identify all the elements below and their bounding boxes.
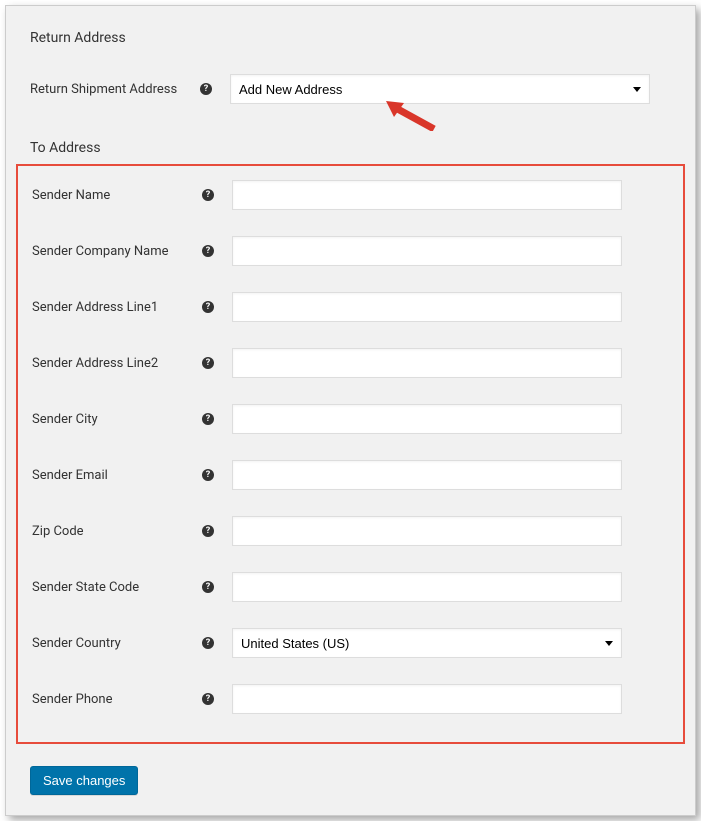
- sender-company-row: Sender Company Name ?: [32, 236, 669, 266]
- sender-email-input[interactable]: [232, 460, 622, 490]
- phone-row: Sender Phone ?: [32, 684, 669, 714]
- sender-addr1-row: Sender Address Line1 ?: [32, 292, 669, 322]
- sender-city-label: Sender City: [32, 412, 202, 427]
- help-icon[interactable]: ?: [202, 637, 214, 649]
- sender-addr2-label: Sender Address Line2: [32, 356, 202, 371]
- return-address-heading: Return Address: [30, 30, 671, 46]
- country-row: Sender Country ? United States (US): [32, 628, 669, 658]
- country-label: Sender Country: [32, 636, 202, 651]
- help-icon[interactable]: ?: [202, 581, 214, 593]
- return-shipment-row: Return Shipment Address ? Add New Addres…: [30, 74, 671, 104]
- help-icon[interactable]: ?: [202, 245, 214, 257]
- sender-email-label: Sender Email: [32, 468, 202, 483]
- sender-addr2-input[interactable]: [232, 348, 622, 378]
- to-address-highlight: Sender Name ? Sender Company Name ? Send…: [16, 164, 685, 744]
- zip-row: Zip Code ?: [32, 516, 669, 546]
- sender-company-input[interactable]: [232, 236, 622, 266]
- state-row: Sender State Code ?: [32, 572, 669, 602]
- help-icon[interactable]: ?: [202, 693, 214, 705]
- sender-name-input[interactable]: [232, 180, 622, 210]
- sender-company-label: Sender Company Name: [32, 244, 202, 259]
- to-address-heading: To Address: [30, 140, 671, 156]
- sender-city-input[interactable]: [232, 404, 622, 434]
- sender-city-row: Sender City ?: [32, 404, 669, 434]
- country-select[interactable]: United States (US): [232, 628, 622, 658]
- sender-addr1-label: Sender Address Line1: [32, 300, 202, 315]
- sender-email-row: Sender Email ?: [32, 460, 669, 490]
- sender-name-label: Sender Name: [32, 188, 202, 203]
- return-shipment-label: Return Shipment Address: [30, 82, 200, 97]
- help-icon[interactable]: ?: [202, 525, 214, 537]
- help-icon[interactable]: ?: [202, 189, 214, 201]
- help-icon[interactable]: ?: [202, 469, 214, 481]
- state-input[interactable]: [232, 572, 622, 602]
- sender-name-row: Sender Name ?: [32, 180, 669, 210]
- state-label: Sender State Code: [32, 580, 202, 595]
- zip-label: Zip Code: [32, 524, 202, 539]
- help-icon[interactable]: ?: [202, 357, 214, 369]
- zip-input[interactable]: [232, 516, 622, 546]
- sender-addr1-input[interactable]: [232, 292, 622, 322]
- help-icon[interactable]: ?: [202, 301, 214, 313]
- annotation-arrow-icon: [384, 101, 438, 131]
- save-changes-button[interactable]: Save changes: [30, 766, 138, 795]
- help-icon[interactable]: ?: [202, 413, 214, 425]
- help-icon[interactable]: ?: [200, 83, 212, 95]
- settings-panel: Return Address Return Shipment Address ?…: [5, 5, 696, 816]
- phone-label: Sender Phone: [32, 692, 202, 707]
- sender-addr2-row: Sender Address Line2 ?: [32, 348, 669, 378]
- phone-input[interactable]: [232, 684, 622, 714]
- return-shipment-select[interactable]: Add New Address: [230, 74, 650, 104]
